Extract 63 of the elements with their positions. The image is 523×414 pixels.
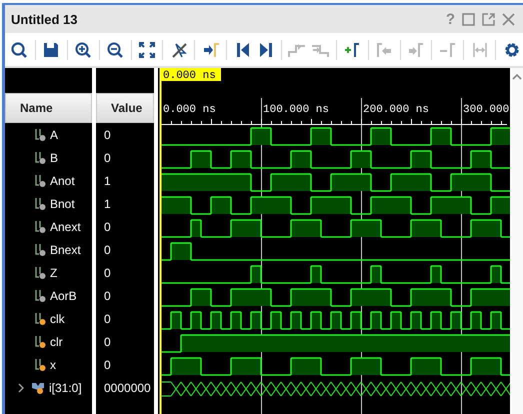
signal-name[interactable]: AorB bbox=[50, 288, 77, 302]
signal-icon bbox=[35, 334, 47, 348]
zoom-in-icon bbox=[74, 40, 92, 58]
signal-icon bbox=[35, 312, 47, 326]
signal-icon bbox=[35, 358, 47, 372]
arrow-to-bracket-icon bbox=[202, 40, 220, 58]
signal-icon bbox=[35, 150, 47, 164]
time-label: 200.000 ns bbox=[363, 104, 430, 116]
remove-marker-icon bbox=[438, 40, 457, 58]
signal-value: 0000000 bbox=[104, 380, 151, 394]
signal-value: 0 bbox=[104, 128, 111, 142]
maximize-icon[interactable] bbox=[462, 12, 475, 26]
previous-marker-icon bbox=[375, 40, 394, 58]
crossed-cursor-icon bbox=[170, 40, 188, 58]
signal-value: 1 bbox=[104, 196, 111, 210]
signal-value: 0 bbox=[104, 150, 111, 164]
signal-value: 0 bbox=[104, 220, 111, 234]
signal-name[interactable]: A bbox=[50, 128, 58, 142]
signal-name[interactable]: x bbox=[50, 358, 56, 372]
float-window-icon[interactable] bbox=[482, 12, 495, 26]
signal-value: 0 bbox=[104, 288, 111, 302]
signal-name[interactable]: Anot bbox=[50, 174, 75, 188]
signal-value: 0 bbox=[104, 242, 111, 256]
next-marker-icon bbox=[407, 40, 425, 58]
zoom-out-icon bbox=[106, 40, 124, 58]
signal-icon bbox=[35, 196, 47, 210]
signal-icon bbox=[35, 128, 47, 142]
close-icon[interactable] bbox=[502, 12, 515, 26]
search-icon bbox=[10, 40, 28, 58]
signal-icon bbox=[35, 288, 47, 302]
time-label: 100.000 ns bbox=[263, 104, 330, 116]
signal-name[interactable]: clk bbox=[50, 312, 65, 326]
signal-value: 0 bbox=[104, 312, 111, 326]
signal-value: 0 bbox=[104, 266, 111, 280]
chevron-icon[interactable] bbox=[17, 382, 25, 392]
save-icon bbox=[42, 40, 60, 58]
bus-icon bbox=[31, 380, 46, 394]
signal-icon bbox=[35, 174, 47, 188]
signal-icon bbox=[35, 242, 47, 256]
span-icon bbox=[470, 40, 489, 58]
window-title: Untitled 13 bbox=[11, 12, 78, 26]
fit-view-icon bbox=[138, 40, 156, 58]
signal-name[interactable]: Bnext bbox=[50, 242, 81, 256]
column-header[interactable]: Value bbox=[96, 93, 154, 123]
settings-icon bbox=[502, 40, 521, 58]
time-label: 0.000 ns bbox=[163, 104, 216, 116]
signal-value: 0 bbox=[104, 358, 111, 372]
cursor-time-label: 0.000 ns bbox=[161, 68, 221, 82]
add-marker-icon bbox=[343, 40, 362, 58]
signal-name[interactable]: i[31:0] bbox=[49, 380, 82, 394]
signal-name[interactable]: Bnot bbox=[50, 196, 75, 210]
signal-name[interactable]: B bbox=[50, 150, 58, 164]
signal-value: 1 bbox=[104, 174, 111, 188]
signal-value: 0 bbox=[104, 334, 111, 348]
signal-name[interactable]: Anext bbox=[50, 220, 81, 234]
vertical-scrollbar[interactable] bbox=[510, 68, 523, 414]
signal-name[interactable]: clr bbox=[50, 334, 63, 348]
caret-icon[interactable] bbox=[512, 74, 522, 80]
signal-name[interactable]: Z bbox=[50, 266, 58, 280]
column-header[interactable]: Name bbox=[5, 93, 92, 123]
signal-icon bbox=[35, 220, 47, 234]
signal-icon bbox=[35, 266, 47, 280]
time-label: 300.000 bbox=[463, 104, 510, 116]
